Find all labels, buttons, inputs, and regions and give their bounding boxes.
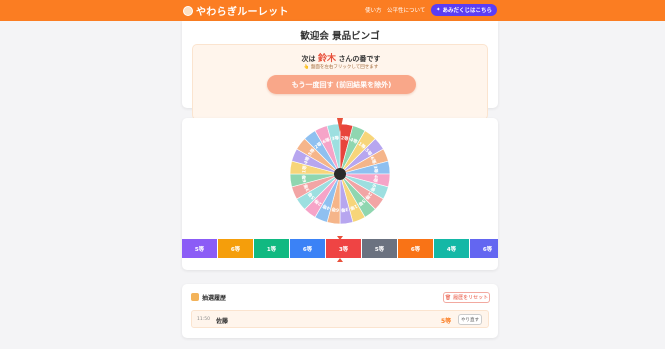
flick-hint: 👆 盤面を左右フリックして回せます [303,65,379,70]
history-icon [191,293,199,301]
roulette-wheel[interactable]: 2等 4等1等5等6等3等4等6等2等5等1等3等6等4等2等5等3等6等1等4等… [288,122,392,226]
result-strip: 5等 6等 1等 6等 3等 5等 6等 4等 6等 [182,239,498,258]
strip-tile: 5等 [182,239,217,258]
strip-tile: 5等 [362,239,397,258]
strip-tile: 6等 [470,239,498,258]
history-title: 抽選履歴 [202,295,227,302]
nav-fairness[interactable]: 公平性について [387,6,425,14]
strip-tile: 4等 [434,239,469,258]
brand[interactable]: やわらぎルーレット [183,3,289,18]
respin-button[interactable]: もう一度回す (前回結果を除外) [267,75,416,94]
turn-announcement: 次は 鈴木 さんの番です [193,51,489,64]
strip-marker-top [337,236,343,240]
top-bar: やわらぎルーレット 使い方 公平性について ✦ あみだくじはこちら [0,0,665,21]
strip-tile: 6等 [218,239,253,258]
ladder-icon: ✦ [435,7,441,13]
strip-tile: 1等 [254,239,289,258]
undo-button[interactable]: やり直す [458,314,482,325]
event-title: 歓迎会 景品ビンゴ [300,31,380,42]
app-title: やわらぎルーレット [196,7,289,18]
trash-icon: 🗑 [444,294,452,301]
amida-button-label: あみだくじはこちら [442,8,493,14]
turn-prefix: 次は [301,55,316,63]
roulette-logo-icon [183,5,193,16]
reset-history-label: 履歴をリセット [453,295,489,301]
event-card: 歓迎会 景品ビンゴ 次は 鈴木 さんの番です 👆 盤面を左右フリックして回せます… [182,21,498,120]
history-prize: 5等 [441,318,452,325]
wheel-card: 2等 4等 1等 5等 6等 3等 4等 6等 2等 5等 1等 3等 6等 4等 2等 5等 3等 6等 1等 4等… [182,118,498,270]
wheel-hub [334,168,346,180]
nav-how-to[interactable]: 使い方 [365,6,382,14]
history-row: 11:50 佐藤 5等 やり直す [191,310,489,328]
strip-tile: 6等 [290,239,325,258]
strip-marker-bottom [337,258,343,262]
reset-history-button[interactable]: 🗑 履歴をリセット [443,292,490,303]
turn-name: 鈴木 [317,54,336,64]
history-time: 11:50 [197,317,210,322]
history-card: 抽選履歴 🗑 履歴をリセット 11:50 佐藤 5等 やり直す [182,284,498,338]
strip-tile: 3等 [326,239,361,258]
strip-tile: 6等 [398,239,433,258]
turn-suffix: さんの番です [338,55,381,63]
history-name: 佐藤 [216,318,229,325]
amida-button[interactable]: ✦ あみだくじはこちら [431,4,497,16]
turn-panel: 次は 鈴木 さんの番です 👆 盤面を左右フリックして回せます もう一度回す (前… [192,44,488,120]
wheel-pointer [337,118,343,132]
